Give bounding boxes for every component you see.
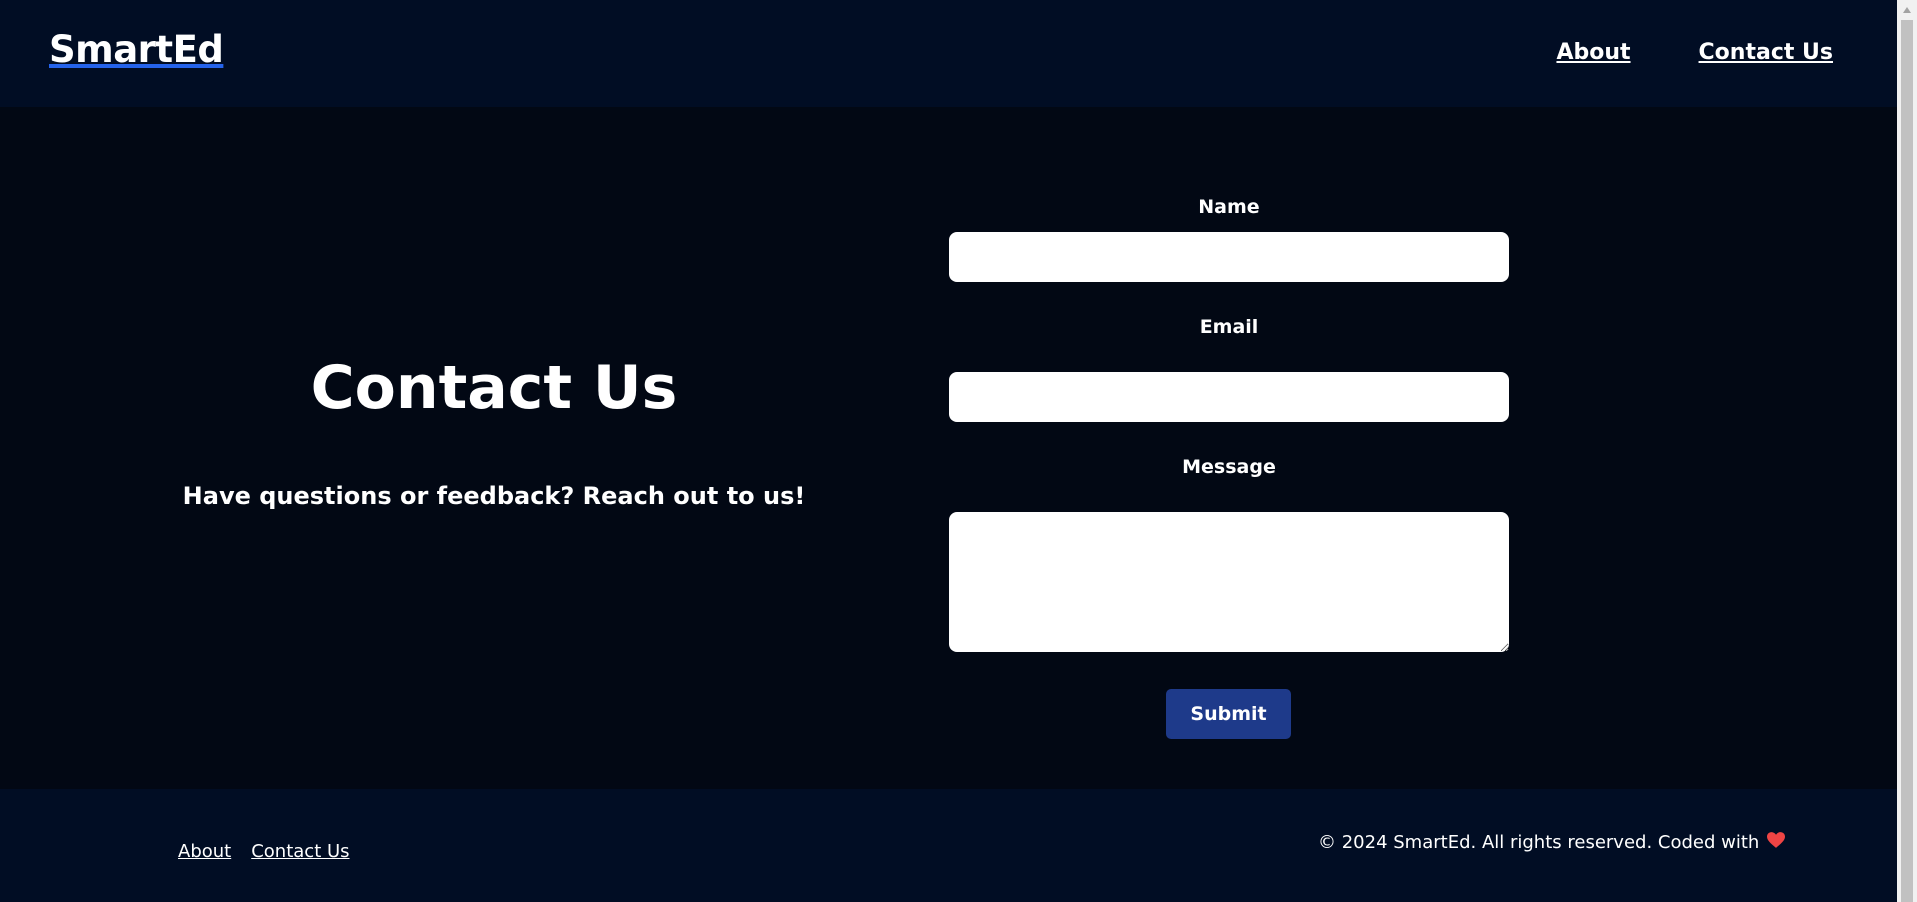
email-input[interactable]	[949, 372, 1509, 422]
main-content: Contact Us Have questions or feedback? R…	[0, 107, 1897, 789]
header-nav: About Contact Us	[1556, 40, 1833, 65]
viewport: SmartEd About Contact Us Contact Us Have…	[0, 0, 1897, 902]
footer-links: About Contact Us	[178, 841, 350, 862]
vertical-scrollbar[interactable]	[1897, 0, 1917, 902]
site-header: SmartEd About Contact Us	[0, 0, 1897, 107]
name-input[interactable]	[949, 232, 1509, 282]
message-label: Message	[1182, 456, 1276, 478]
footer-about-link[interactable]: About	[178, 841, 231, 862]
page: SmartEd About Contact Us Contact Us Have…	[0, 0, 1917, 902]
logo-link[interactable]: SmartEd	[49, 28, 224, 71]
nav-contact-link[interactable]: Contact Us	[1699, 40, 1833, 65]
scroll-up-arrow-icon[interactable]	[1897, 0, 1917, 20]
page-subtitle: Have questions or feedback? Reach out to…	[182, 482, 806, 510]
nav-about-link[interactable]: About	[1556, 40, 1630, 65]
submit-button[interactable]: Submit	[1166, 689, 1291, 739]
heart-icon	[1767, 832, 1786, 853]
page-title: Contact Us	[310, 353, 678, 423]
email-label: Email	[1199, 316, 1259, 338]
site-footer: About Contact Us © 2024 SmartEd. All rig…	[0, 789, 1897, 902]
scrollbar-thumb[interactable]	[1901, 20, 1913, 902]
copyright: © 2024 SmartEd. All rights reserved. Cod…	[1318, 832, 1786, 853]
copyright-text: © 2024 SmartEd. All rights reserved. Cod…	[1318, 832, 1760, 853]
footer-contact-link[interactable]: Contact Us	[251, 841, 349, 862]
name-label: Name	[1198, 196, 1260, 218]
message-textarea[interactable]	[949, 512, 1509, 652]
